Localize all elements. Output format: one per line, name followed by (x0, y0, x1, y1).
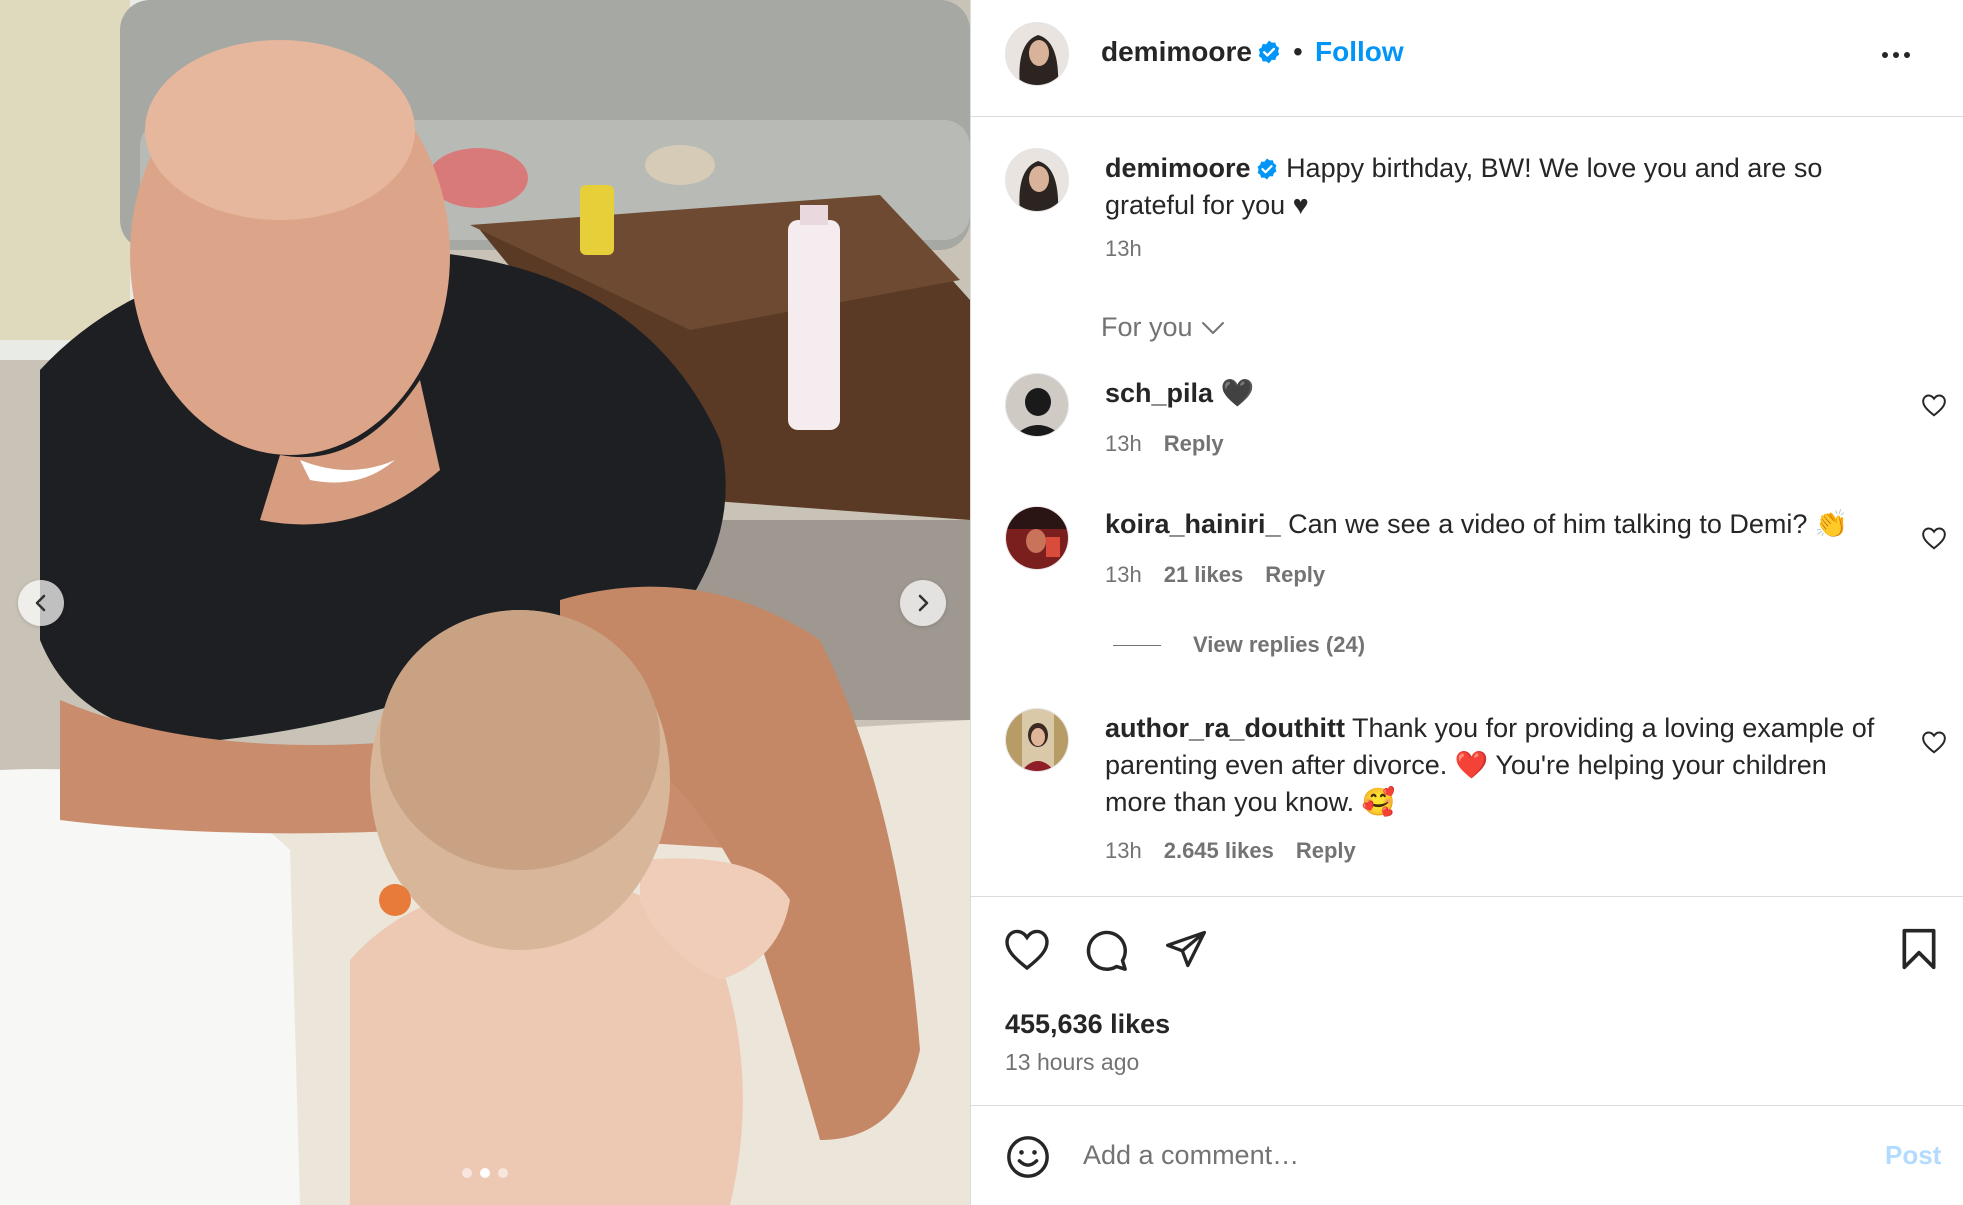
add-comment-input[interactable] (1081, 1132, 1781, 1178)
chevron-right-icon (918, 594, 929, 612)
comment-username[interactable]: sch_pila (1105, 378, 1213, 408)
comment-username[interactable]: koira_hainiri_ (1105, 509, 1281, 539)
post-sidebar: demimoore • Follow demimoore Happy birth… (970, 0, 1963, 1205)
pagination-dot (498, 1168, 508, 1178)
pagination-dot (462, 1168, 472, 1178)
comment-text-block: sch_pila 🖤 (1105, 375, 1875, 412)
reply-button[interactable]: Reply (1296, 838, 1356, 864)
like-comment-heart-icon[interactable] (1921, 393, 1947, 417)
reply-button[interactable]: Reply (1265, 562, 1325, 588)
replies-divider-line (1113, 644, 1161, 646)
comment-bubble-icon[interactable] (1083, 927, 1129, 973)
caption-text-block: demimoore Happy birthday, BW! We love yo… (1105, 150, 1885, 224)
like-comment-heart-icon[interactable] (1921, 730, 1947, 754)
comment-likes-count[interactable]: 21 likes (1164, 562, 1244, 588)
post-actions-section: 455,636 likes 13 hours ago (971, 896, 1963, 1106)
caption-timestamp[interactable]: 13h (1105, 236, 1142, 262)
comment-composer: Post (971, 1105, 1963, 1205)
comment-text-block: koira_hainiri_ Can we see a video of him… (1105, 506, 1875, 543)
emoji-picker-icon[interactable] (1005, 1134, 1051, 1180)
avatar-image (1006, 149, 1068, 211)
comment-timestamp[interactable]: 13h (1105, 431, 1142, 457)
post-comment-button[interactable]: Post (1885, 1140, 1941, 1171)
more-dot (1904, 52, 1910, 58)
header-separator: • (1293, 36, 1303, 67)
post-timestamp[interactable]: 13 hours ago (1005, 1049, 1139, 1076)
follow-button[interactable]: Follow (1315, 36, 1404, 68)
comment-text: Can we see a video of him talking to Dem… (1288, 509, 1849, 539)
avatar-image (1006, 374, 1068, 436)
comment-text: 🖤 (1220, 378, 1255, 408)
save-bookmark-icon[interactable] (1899, 927, 1939, 971)
avatar-image (1006, 709, 1068, 771)
comment-meta: 13h Reply (1105, 431, 1224, 457)
caption-author-avatar[interactable] (1005, 148, 1069, 212)
comment-meta: 13h 2.645 likes Reply (1105, 838, 1356, 864)
commenter-avatar[interactable] (1005, 708, 1069, 772)
post-header: demimoore • Follow (971, 0, 1963, 117)
comment-text-block: author_ra_douthitt Thank you for providi… (1105, 710, 1875, 821)
share-send-icon[interactable] (1163, 927, 1209, 971)
comment-timestamp[interactable]: 13h (1105, 838, 1142, 864)
view-replies-button[interactable]: View replies (24) (1113, 632, 1365, 658)
previous-media-button[interactable] (18, 580, 64, 626)
media-pagination-dots (0, 1168, 970, 1178)
chevron-down-icon (1201, 321, 1224, 334)
comment-sort-label: For you (1101, 312, 1193, 342)
next-media-button[interactable] (900, 580, 946, 626)
author-avatar[interactable] (1005, 22, 1069, 86)
comment-username[interactable]: author_ra_douthitt (1105, 713, 1345, 743)
commenter-avatar[interactable] (1005, 506, 1069, 570)
post-likes-count[interactable]: 455,636 likes (1005, 1009, 1170, 1040)
caption-username[interactable]: demimoore (1105, 153, 1251, 183)
avatar-image (1006, 23, 1068, 85)
comment-likes-count[interactable]: 2.645 likes (1164, 838, 1274, 864)
post-media[interactable] (0, 0, 970, 1205)
more-options-button[interactable] (1871, 40, 1921, 70)
more-dot (1882, 52, 1888, 58)
commenter-avatar[interactable] (1005, 373, 1069, 437)
more-dot (1893, 52, 1899, 58)
reply-button[interactable]: Reply (1164, 431, 1224, 457)
chevron-left-icon (35, 594, 46, 612)
pagination-dot-active (480, 1168, 490, 1178)
author-username[interactable]: demimoore (1101, 36, 1282, 68)
view-replies-label: View replies (24) (1193, 632, 1366, 657)
verified-badge-icon (1257, 158, 1276, 180)
like-heart-icon[interactable] (1003, 927, 1051, 971)
verified-badge-icon (1258, 40, 1280, 64)
like-comment-heart-icon[interactable] (1921, 526, 1947, 550)
author-username-text[interactable]: demimoore (1101, 36, 1252, 67)
comment-meta: 13h 21 likes Reply (1105, 562, 1325, 588)
comment-timestamp[interactable]: 13h (1105, 562, 1142, 588)
avatar-image (1006, 507, 1068, 569)
post-photo (0, 0, 970, 1205)
comment-sort-dropdown[interactable]: For you (1101, 312, 1225, 343)
